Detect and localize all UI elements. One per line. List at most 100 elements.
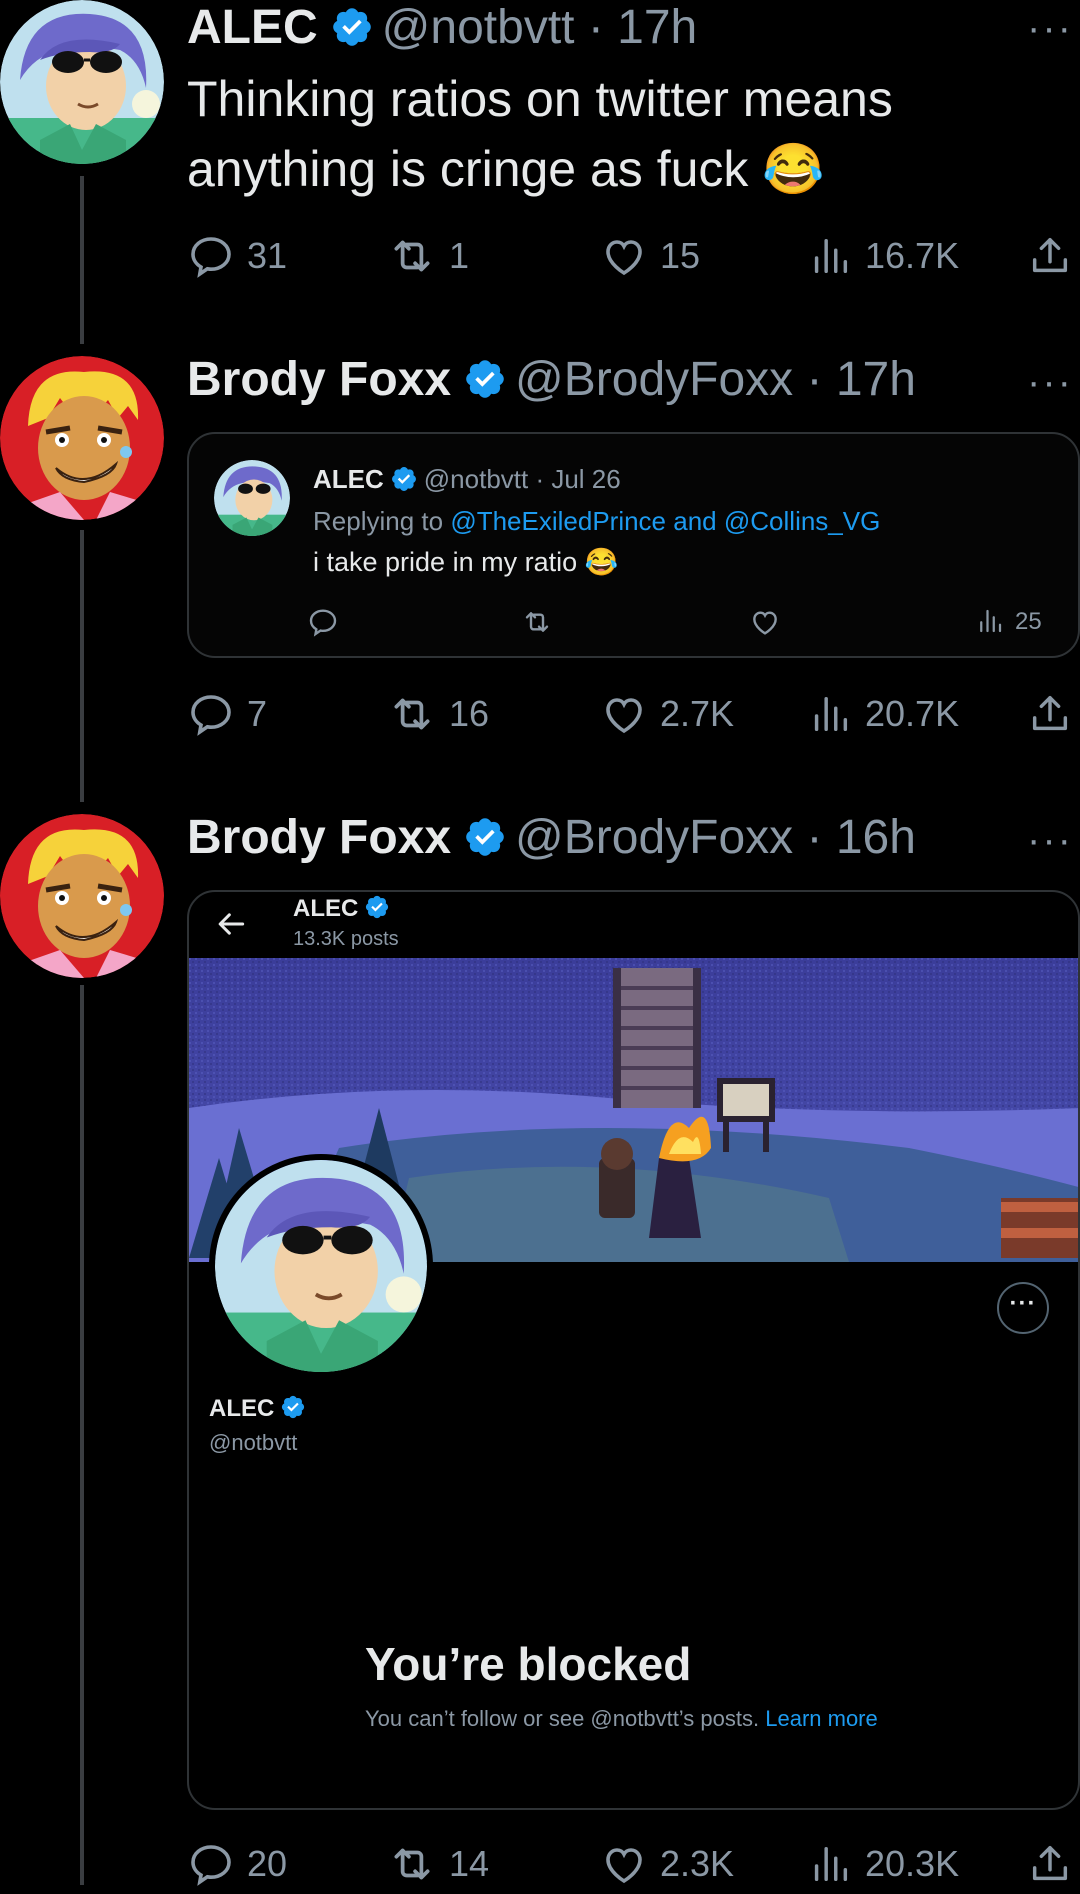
quote-date: Jul 26 — [551, 464, 621, 494]
share-icon — [1027, 691, 1073, 737]
views-button[interactable]: 16.7K — [807, 226, 959, 286]
retweet-button[interactable]: 1 — [387, 226, 469, 286]
author-handle[interactable]: @notbvtt — [382, 1, 575, 54]
verified-badge-icon — [330, 5, 374, 49]
reply-button[interactable]: 31 — [187, 226, 287, 286]
reply-and: and — [673, 506, 717, 536]
reply-button[interactable]: 20 — [187, 1834, 287, 1894]
author-handle[interactable]: @BrodyFoxx — [515, 353, 793, 406]
blocked-message: You can’t follow or see @notbvtt’s posts… — [365, 1704, 878, 1734]
tweet-header: Brody Foxx @BrodyFoxx · 17h — [187, 352, 916, 408]
retweet-icon — [387, 231, 437, 281]
avatar-brody-foxx[interactable] — [0, 356, 164, 520]
quoted-tweet-card[interactable]: ALEC @notbvtt · Jul 26 Replying to @TheEx… — [187, 432, 1080, 658]
heart-icon[interactable] — [749, 606, 781, 638]
tweet-time[interactable]: 16h — [836, 811, 916, 864]
reply-icon — [187, 232, 235, 280]
quote-header: ALEC @notbvtt · Jul 26 — [313, 462, 621, 496]
like-count: 15 — [660, 235, 701, 276]
views-icon — [807, 1841, 853, 1887]
tweet-actions: 31 1 15 16.7K — [187, 226, 1080, 286]
profile-name: ALEC — [293, 895, 359, 922]
like-count: 2.3K — [660, 1843, 735, 1884]
views-icon[interactable] — [975, 606, 1005, 636]
share-button[interactable] — [1027, 684, 1080, 744]
quote-text: i take pride in my ratio 😂 — [313, 547, 619, 577]
views-button[interactable]: 20.7K — [807, 684, 959, 744]
thread-line — [80, 176, 84, 344]
heart-icon — [600, 1840, 648, 1888]
more-dots-icon[interactable]: ··· — [1020, 8, 1080, 48]
verified-badge-icon — [463, 357, 507, 401]
retweet-count: 14 — [449, 1843, 490, 1884]
verified-badge-icon — [463, 815, 507, 859]
profile-more-button[interactable]: ··· — [997, 1282, 1049, 1334]
blocked-text: You can’t follow or see @notbvtt’s posts… — [365, 1706, 760, 1731]
reply-user-link[interactable]: @TheExiledPrince — [450, 506, 666, 536]
tweet-header: ALEC @notbvtt · 17h — [187, 0, 697, 56]
retweet-count: 1 — [449, 235, 470, 276]
views-count: 20.7K — [865, 693, 960, 734]
reply-count: 7 — [247, 693, 268, 734]
views-count: 20.3K — [865, 1843, 960, 1884]
attached-screenshot[interactable]: ALEC 13.3K posts ··· ALEC @notbvtt You’r… — [187, 890, 1080, 1810]
retweet-icon — [387, 1839, 437, 1889]
more-dots-icon[interactable]: ··· — [1020, 820, 1080, 860]
profile-topbar-name: ALEC — [293, 892, 390, 926]
avatar-brody-foxx[interactable] — [0, 814, 164, 978]
retweet-icon — [387, 689, 437, 739]
verified-badge-icon — [364, 894, 390, 920]
quote-author-handle[interactable]: @notbvtt — [424, 464, 528, 494]
more-dots-icon[interactable]: ··· — [1020, 362, 1080, 402]
replying-to: Replying to @TheExiledPrince and @Collin… — [313, 504, 880, 538]
tweet-header: Brody Foxx @BrodyFoxx · 16h — [187, 810, 916, 866]
author-name[interactable]: ALEC — [187, 1, 318, 54]
author-name[interactable]: Brody Foxx — [187, 811, 451, 864]
quote-avatar[interactable] — [214, 460, 290, 536]
reply-user-link[interactable]: @Collins_VG — [724, 506, 880, 536]
views-button[interactable]: 20.3K — [807, 1834, 959, 1894]
author-handle[interactable]: @BrodyFoxx — [515, 811, 793, 864]
profile-handle: @notbvtt — [209, 1430, 298, 1455]
separator-dot: · — [574, 1, 618, 54]
separator-dot: · — [793, 811, 836, 864]
more-dots-icon: ··· — [1009, 1290, 1037, 1317]
posts-count: 13.3K posts — [293, 928, 399, 950]
tweet-time[interactable]: 17h — [617, 1, 697, 54]
share-button[interactable] — [1027, 226, 1080, 286]
retweet-icon[interactable] — [521, 606, 553, 638]
retweet-button[interactable]: 16 — [387, 684, 489, 744]
share-button[interactable] — [1027, 1834, 1080, 1894]
profile-name-row: ALEC — [209, 1392, 306, 1426]
like-count: 2.7K — [660, 693, 735, 734]
retweet-button[interactable]: 14 — [387, 1834, 489, 1894]
profile-avatar[interactable] — [209, 1154, 433, 1378]
reply-count: 20 — [247, 1843, 288, 1884]
share-icon — [1027, 1841, 1073, 1887]
like-button[interactable]: 15 — [600, 226, 700, 286]
avatar-alec[interactable] — [0, 0, 164, 164]
back-arrow-icon[interactable] — [211, 904, 251, 944]
quote-author-name[interactable]: ALEC — [313, 464, 384, 494]
tweet-time[interactable]: 17h — [836, 353, 916, 406]
blocked-title: You’re blocked — [365, 1638, 692, 1690]
views-icon — [807, 691, 853, 737]
heart-icon — [600, 690, 648, 738]
tweet-actions: 7 16 2.7K 20.7K — [187, 684, 1080, 744]
views-icon — [807, 233, 853, 279]
profile-name: ALEC — [209, 1395, 275, 1422]
like-button[interactable]: 2.7K — [600, 684, 734, 744]
like-button[interactable]: 2.3K — [600, 1834, 734, 1894]
learn-more-link[interactable]: Learn more — [765, 1706, 878, 1731]
quote-actions: 25 — [313, 604, 1073, 640]
separator-dot: · — [528, 464, 552, 494]
quote-views-count: 25 — [1015, 608, 1042, 635]
share-icon — [1027, 233, 1073, 279]
reply-button[interactable]: 7 — [187, 684, 267, 744]
reply-icon[interactable] — [307, 606, 339, 638]
reply-count: 31 — [247, 235, 288, 276]
verified-badge-icon — [280, 1394, 306, 1420]
reply-icon — [187, 1840, 235, 1888]
author-name[interactable]: Brody Foxx — [187, 353, 451, 406]
heart-icon — [600, 232, 648, 280]
